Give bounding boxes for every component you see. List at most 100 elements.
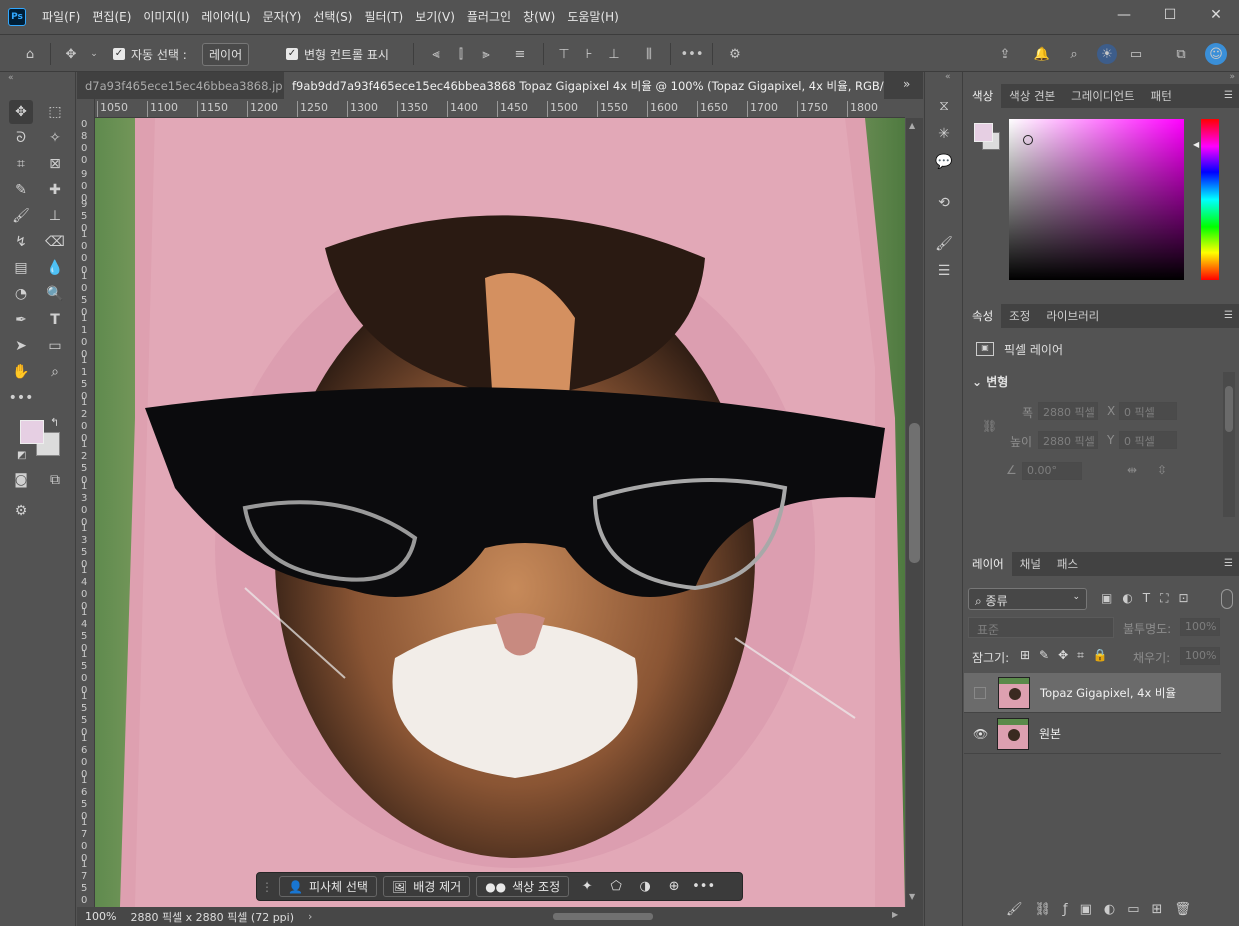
- align-left-icon[interactable]: ⫷: [428, 46, 444, 62]
- magic-wand-icon[interactable]: ✧: [43, 126, 67, 150]
- avatar[interactable]: ☺: [1205, 43, 1227, 65]
- height-field[interactable]: 2880 픽셀: [1038, 431, 1098, 449]
- layers-footer-icons[interactable]: 🖌⛓ƒ▣◐▭⊞🗑: [1006, 902, 1203, 917]
- menu-item[interactable]: 문자(Y): [257, 0, 308, 34]
- flip-horizontal-icon[interactable]: ⇹: [1127, 463, 1137, 477]
- tab-layers[interactable]: 레이어: [964, 552, 1012, 576]
- hand-tool-icon[interactable]: ✋: [9, 360, 33, 384]
- layer-row-topaz[interactable]: Topaz Gigapixel, 4x 비율: [964, 673, 1221, 713]
- distribute-icon[interactable]: ≡: [512, 46, 528, 62]
- history-clock-icon[interactable]: ⟲: [932, 191, 956, 215]
- discover-icon[interactable]: ☀: [1097, 44, 1117, 64]
- zoom-lens-icon[interactable]: 🔍: [43, 282, 67, 306]
- color-picker-handle[interactable]: [1023, 135, 1033, 145]
- lasso-tool-icon[interactable]: ᘐ: [9, 126, 33, 150]
- screen-mode-icon[interactable]: ⧉: [43, 468, 67, 492]
- chevron-down-icon[interactable]: ⌄: [86, 46, 102, 62]
- more-options-icon[interactable]: •••: [681, 46, 704, 62]
- default-colors-icon[interactable]: ◩: [17, 450, 26, 461]
- more-tools-icon[interactable]: •••: [9, 386, 34, 410]
- crop-tool-icon[interactable]: ⌗: [9, 152, 33, 176]
- hue-slider[interactable]: [1201, 119, 1219, 280]
- opacity-field[interactable]: 100%: [1180, 618, 1220, 636]
- distribute-vertical-icon[interactable]: ⫼: [641, 46, 657, 62]
- healing-brush-icon[interactable]: ✚: [43, 178, 67, 202]
- history-icon[interactable]: ⧖: [932, 94, 956, 118]
- tab-color[interactable]: 색상: [964, 84, 1002, 108]
- gradient-tool-icon[interactable]: ▤: [9, 256, 33, 280]
- angle-field[interactable]: 0.00°: [1022, 462, 1082, 480]
- color-adjust-button[interactable]: ●● 색상 조정: [476, 876, 570, 897]
- tab-document-2[interactable]: f9ab9dd7a93f465ece15ec46bbea3868 Topaz G…: [284, 72, 884, 99]
- foreground-color-swatch[interactable]: [20, 420, 44, 444]
- tab-document-1[interactable]: d7a93f465ece15ec46bbea3868.jpg ×: [77, 72, 282, 99]
- tab-channels[interactable]: 채널: [1012, 552, 1049, 576]
- transform-icon[interactable]: ⬠: [605, 879, 627, 894]
- eye-icon[interactable]: 👁: [973, 727, 988, 741]
- menu-item[interactable]: 레이어(L): [195, 0, 256, 34]
- checkbox-icon[interactable]: ✓: [286, 48, 298, 60]
- new-adjustment-icon[interactable]: ⊕: [663, 879, 685, 894]
- swap-colors-icon[interactable]: ↰: [50, 416, 59, 429]
- zoom-tool-icon[interactable]: ⌕: [43, 360, 67, 384]
- scroll-right-icon[interactable]: ▶: [892, 910, 898, 919]
- rectangle-tool-icon[interactable]: ▭: [43, 334, 67, 358]
- scroll-thumb[interactable]: [909, 423, 920, 563]
- scroll-up-icon[interactable]: ▲: [909, 121, 915, 130]
- remove-background-button[interactable]: 🖼 배경 제거: [382, 876, 471, 897]
- layer-filter-icons[interactable]: ▣◐T⛶⊡: [1101, 591, 1199, 606]
- eraser-tool-icon[interactable]: ⌫: [43, 230, 67, 254]
- panel-menu-icon[interactable]: ☰: [1224, 90, 1233, 101]
- adjustment-icon[interactable]: ◑: [634, 879, 656, 894]
- panel-menu-icon[interactable]: ☰: [1224, 310, 1233, 321]
- vertical-scrollbar[interactable]: ▲ ▼: [906, 118, 923, 907]
- comment-icon[interactable]: 💬: [932, 150, 956, 174]
- menu-item[interactable]: 보기(V): [409, 0, 461, 34]
- align-top-icon[interactable]: ⊤: [556, 46, 572, 62]
- scroll-thumb[interactable]: [553, 913, 653, 920]
- horizontal-scrollbar[interactable]: [548, 907, 888, 926]
- zoom-level[interactable]: 100%: [85, 910, 116, 923]
- minimize-button[interactable]: —: [1101, 0, 1147, 30]
- plugins-icon[interactable]: ⧉: [1173, 46, 1189, 62]
- move-tool-icon[interactable]: ✥: [63, 46, 79, 62]
- filter-toggle[interactable]: [1221, 589, 1233, 609]
- lock-icons[interactable]: ⊞✎✥⌗🔒: [1020, 648, 1117, 663]
- blend-mode-dropdown[interactable]: 표준: [968, 617, 1114, 638]
- link-icon[interactable]: ⛓: [982, 419, 997, 433]
- sparkle-icon[interactable]: ✳: [932, 122, 956, 146]
- tab-gradients[interactable]: 그레이디언트: [1063, 84, 1142, 108]
- brush-tool-icon[interactable]: 🖌: [9, 204, 33, 228]
- marquee-tool-icon[interactable]: ⬚: [43, 100, 67, 124]
- document-canvas[interactable]: [95, 118, 905, 907]
- dodge-tool-icon[interactable]: ◔: [9, 282, 33, 306]
- history-brush-icon[interactable]: ↯: [9, 230, 33, 254]
- tab-patterns[interactable]: 패턴: [1143, 84, 1180, 108]
- collapse-icon[interactable]: «: [945, 72, 951, 82]
- collapse-icon[interactable]: «: [8, 73, 14, 83]
- fill-field[interactable]: 100%: [1180, 647, 1220, 665]
- menu-item[interactable]: 파일(F): [36, 0, 86, 34]
- menu-item[interactable]: 도움말(H): [561, 0, 625, 34]
- tab-paths[interactable]: 패스: [1049, 552, 1086, 576]
- type-tool-icon[interactable]: T: [43, 308, 67, 332]
- tabs-overflow-icon[interactable]: »: [903, 77, 910, 91]
- quick-mask-icon[interactable]: ◙: [9, 468, 33, 492]
- brush-settings-icon[interactable]: 🖌: [932, 232, 956, 256]
- visibility-toggle-empty[interactable]: [974, 686, 986, 699]
- search-icon[interactable]: ⌕: [1066, 46, 1082, 62]
- blur-tool-icon[interactable]: 💧: [43, 256, 67, 280]
- align-right-icon[interactable]: ⫸: [478, 46, 494, 62]
- pen-tool-icon[interactable]: ✒: [9, 308, 33, 332]
- transform-controls-option[interactable]: ✓ 변형 컨트롤 표시: [286, 35, 389, 73]
- tab-properties[interactable]: 속성: [964, 304, 1002, 328]
- chevron-right-icon[interactable]: ›: [308, 910, 312, 923]
- move-tool-icon[interactable]: ✥: [9, 100, 33, 124]
- collapse-panels-icon[interactable]: »: [1229, 72, 1235, 82]
- auto-select-option[interactable]: ✓ 자동 선택 :: [113, 35, 187, 73]
- tab-swatches[interactable]: 색상 견본: [1001, 84, 1063, 108]
- bell-icon[interactable]: 🔔: [1034, 46, 1050, 62]
- share-icon[interactable]: ⇪: [997, 46, 1013, 62]
- more-icon[interactable]: •••: [692, 879, 715, 894]
- eyedropper-icon[interactable]: ✎: [9, 178, 33, 202]
